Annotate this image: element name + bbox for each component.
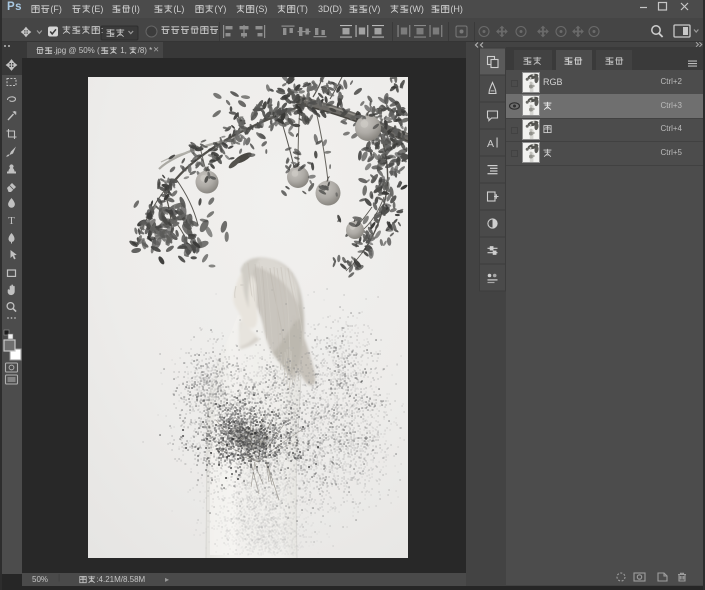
svg-text:.jpg @ 50% (: .jpg @ 50% ( [53,46,100,55]
svg-text:(W): (W) [409,4,424,14]
svg-text:A: A [487,138,494,150]
svg-text:(S): (S) [255,4,267,14]
svg-text:(L): (L) [173,4,184,14]
svg-text:T: T [8,215,15,227]
svg-text:(T): (T) [296,4,308,14]
svg-text:/8) *: /8) * [138,46,153,55]
svg-text::: : [101,25,104,35]
svg-text:3D(D): 3D(D) [318,4,342,14]
svg-text:(I): (I) [131,4,140,14]
svg-text:(Y): (Y) [214,4,226,14]
svg-text:(F): (F) [50,4,62,14]
svg-text:(H): (H) [450,4,463,14]
svg-text:(V): (V) [368,4,380,14]
svg-text:(E): (E) [91,4,103,14]
svg-text:1,: 1, [118,46,129,55]
svg-text::4.21M/8.58M: :4.21M/8.58M [96,575,145,584]
